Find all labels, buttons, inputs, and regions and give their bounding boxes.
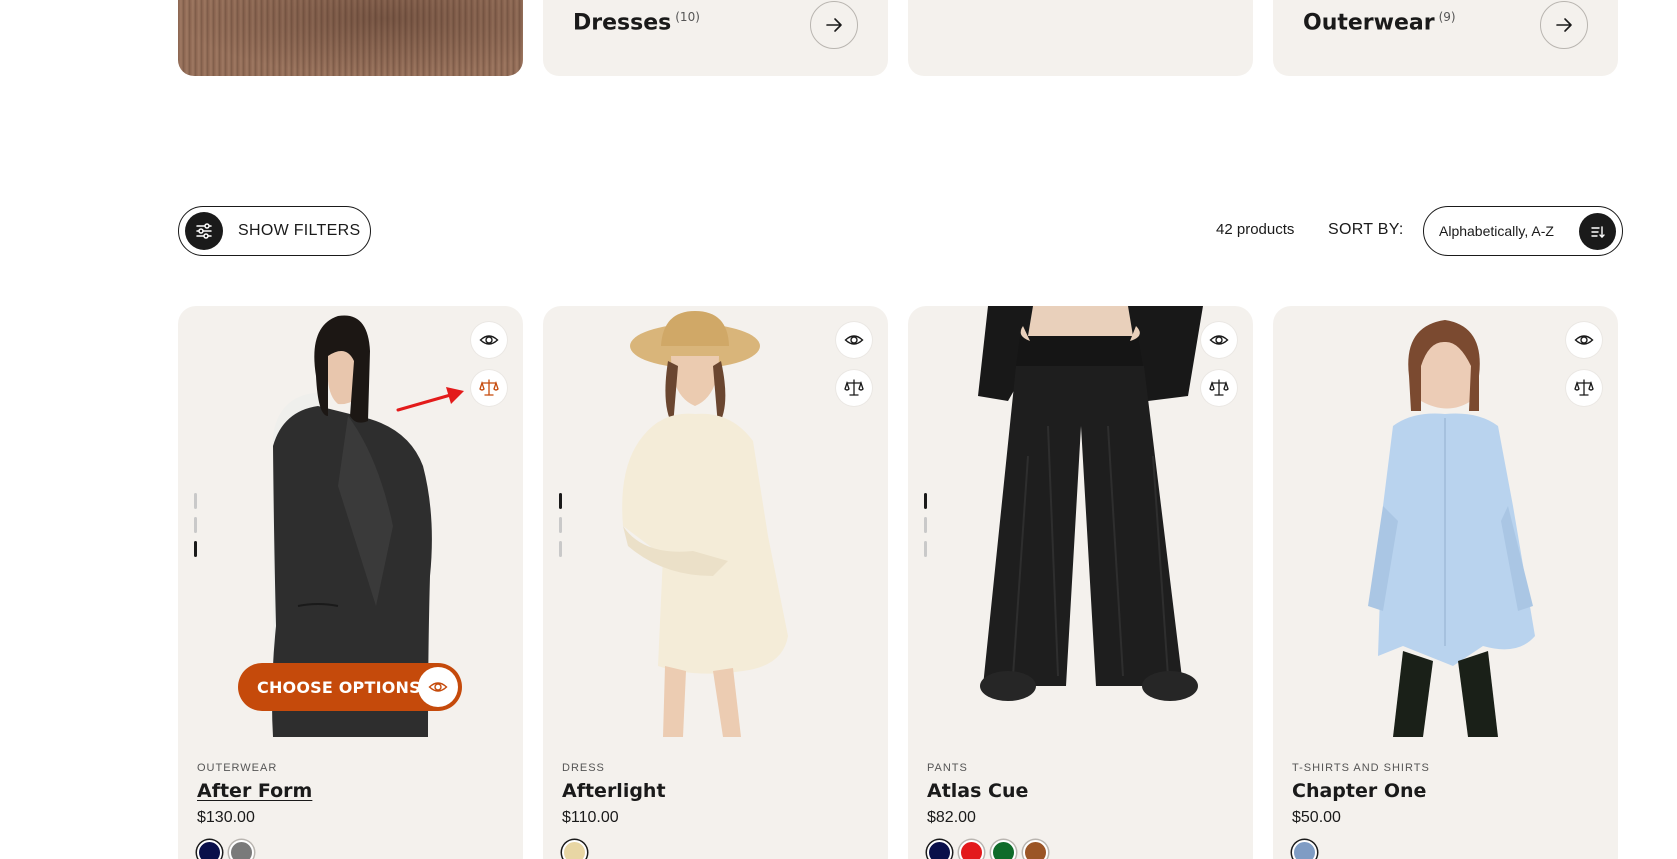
category-card-dresses[interactable]: Dresses (10) <box>543 0 888 76</box>
compare-button[interactable] <box>471 370 507 406</box>
show-filters-label: SHOW FILTERS <box>238 222 361 239</box>
product-card[interactable]: DRESS Afterlight $110.00 <box>543 306 888 859</box>
product-price: $130.00 <box>197 809 255 826</box>
sort-by-label: SORT BY: <box>1328 221 1404 238</box>
category-card-blank[interactable] <box>908 0 1253 76</box>
product-category: T-SHIRTS AND SHIRTS <box>1292 762 1430 774</box>
color-swatches <box>197 840 254 859</box>
quick-view-button[interactable] <box>1566 322 1602 358</box>
product-title[interactable]: Chapter One <box>1292 780 1426 802</box>
arrow-right-icon[interactable] <box>1540 1 1588 49</box>
sort-icon <box>1579 213 1616 250</box>
color-swatch[interactable] <box>959 840 984 859</box>
eye-icon <box>1209 335 1229 345</box>
product-category: OUTERWEAR <box>197 762 278 774</box>
color-swatch[interactable] <box>197 840 222 859</box>
quick-view-button[interactable] <box>836 322 872 358</box>
eye-icon <box>479 335 499 345</box>
eye-icon <box>1574 335 1594 345</box>
product-price: $110.00 <box>562 809 619 826</box>
color-swatches <box>562 840 587 859</box>
choose-options-button[interactable]: CHOOSE OPTIONS <box>238 663 462 711</box>
product-title[interactable]: After Form <box>197 780 312 802</box>
color-swatch[interactable] <box>1023 840 1048 859</box>
category-name: Outerwear (9) <box>1303 10 1456 36</box>
compare-button[interactable] <box>836 370 872 406</box>
product-image[interactable] <box>543 306 888 737</box>
compare-button[interactable] <box>1566 370 1602 406</box>
product-count: 42 products <box>1216 221 1295 238</box>
color-swatch[interactable] <box>562 840 587 859</box>
product-image[interactable] <box>1273 306 1618 737</box>
product-category: PANTS <box>927 762 968 774</box>
color-swatch[interactable] <box>1292 840 1317 859</box>
choose-options-label: CHOOSE OPTIONS <box>257 677 421 697</box>
category-count: (9) <box>1438 10 1456 24</box>
compare-scale-icon <box>1209 379 1229 396</box>
sort-select[interactable]: Alphabetically, A-Z <box>1423 206 1623 256</box>
compare-scale-icon <box>1574 379 1594 396</box>
sliders-icon <box>185 212 223 250</box>
image-pagination[interactable] <box>559 493 563 565</box>
show-filters-button[interactable]: SHOW FILTERS <box>178 206 371 256</box>
product-image[interactable] <box>908 306 1253 737</box>
compare-scale-icon <box>479 379 499 396</box>
color-swatch[interactable] <box>991 840 1016 859</box>
category-name: Dresses (10) <box>573 10 700 36</box>
eye-icon[interactable] <box>418 667 458 707</box>
product-category: DRESS <box>562 762 605 774</box>
color-swatch[interactable] <box>927 840 952 859</box>
category-card-image[interactable] <box>178 0 523 76</box>
sort-value: Alphabetically, A-Z <box>1439 223 1554 239</box>
image-pagination[interactable] <box>194 493 198 565</box>
product-title[interactable]: Atlas Cue <box>927 780 1028 802</box>
product-card[interactable]: T-SHIRTS AND SHIRTS Chapter One $50.00 <box>1273 306 1618 859</box>
compare-button[interactable] <box>1201 370 1237 406</box>
product-title[interactable]: Afterlight <box>562 780 666 802</box>
color-swatches <box>927 840 1048 859</box>
eye-icon <box>844 335 864 345</box>
compare-scale-icon <box>844 379 864 396</box>
image-pagination[interactable] <box>924 493 928 565</box>
arrow-right-icon[interactable] <box>810 1 858 49</box>
category-card-outerwear[interactable]: Outerwear (9) <box>1273 0 1618 76</box>
annotation-arrow-icon <box>396 387 464 412</box>
product-card[interactable]: PANTS Atlas Cue $82.00 <box>908 306 1253 859</box>
product-price: $82.00 <box>927 809 976 826</box>
color-swatch[interactable] <box>229 840 254 859</box>
quick-view-button[interactable] <box>471 322 507 358</box>
category-count: (10) <box>675 10 700 24</box>
quick-view-button[interactable] <box>1201 322 1237 358</box>
product-card[interactable]: CHOOSE OPTIONS OUTERWEAR After Form $130… <box>178 306 523 859</box>
product-price: $50.00 <box>1292 809 1341 826</box>
color-swatches <box>1292 840 1317 859</box>
